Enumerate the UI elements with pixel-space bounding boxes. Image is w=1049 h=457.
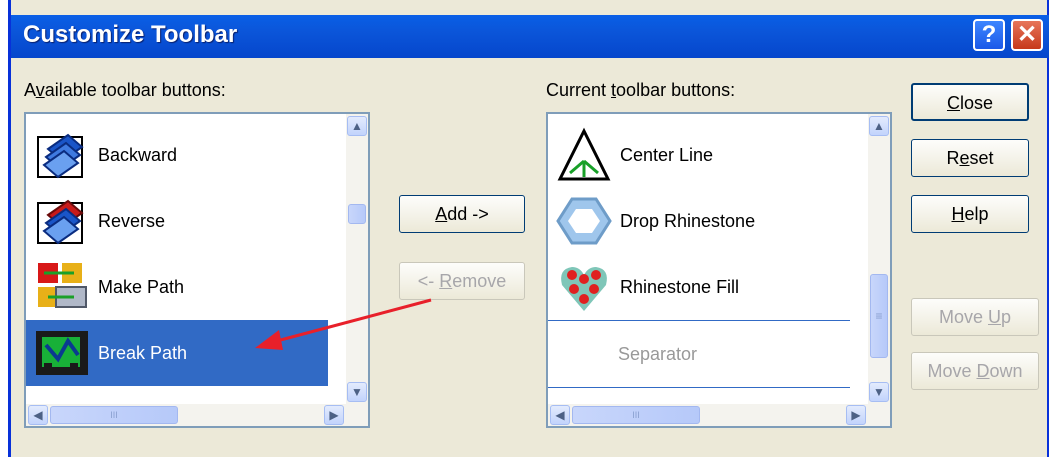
available-buttons-list[interactable]: Backward Reverse Make Path Break Path ▲ … <box>24 112 370 428</box>
add-button[interactable]: Add -> <box>399 195 525 233</box>
available-vertical-scrollbar[interactable]: ▲ ▼ <box>346 114 368 426</box>
available-buttons-label: Available toolbar buttons: <box>24 80 226 100</box>
title-bar[interactable]: Customize Toolbar ? ✕ <box>11 15 1049 58</box>
break-path-icon <box>32 323 92 383</box>
center-line-icon <box>554 125 614 185</box>
current-buttons-list[interactable]: Center Line Drop Rhinestone Rhinestone F… <box>546 112 892 428</box>
reset-button[interactable]: Reset <box>911 139 1029 177</box>
scroll-up-button[interactable]: ▲ <box>347 116 367 136</box>
list-item-label: Backward <box>98 144 178 165</box>
list-item-break-path[interactable]: Break Path <box>26 320 328 386</box>
current-vertical-scrollbar[interactable]: ▲ ≡ ▼ <box>868 114 890 426</box>
list-item-separator[interactable]: Separator <box>548 320 850 388</box>
make-path-icon <box>32 257 92 317</box>
list-item-label: Drop Rhinestone <box>620 210 756 231</box>
scroll-down-button[interactable]: ▼ <box>347 382 367 402</box>
list-item-backward[interactable]: Backward <box>26 122 328 188</box>
list-item-reverse[interactable]: Reverse <box>26 188 328 254</box>
scroll-up-button[interactable]: ▲ <box>869 116 889 136</box>
help-title-button[interactable]: ? <box>973 19 1005 51</box>
backward-icon <box>32 125 92 185</box>
reverse-icon <box>32 191 92 251</box>
scroll-thumb[interactable]: III <box>50 406 178 424</box>
list-item-label: Rhinestone Fill <box>620 276 740 297</box>
dialog-title: Customize Toolbar <box>23 21 238 48</box>
move-down-button[interactable]: Move Down <box>911 352 1039 390</box>
remove-button[interactable]: <- Remove <box>399 262 525 300</box>
scroll-left-button[interactable]: ◀ <box>28 405 48 425</box>
list-item-label: Center Line <box>620 144 714 165</box>
current-horizontal-scrollbar[interactable]: ◀ III ▶ <box>548 404 868 426</box>
drop-rhinestone-icon <box>554 191 614 251</box>
list-item-label: Make Path <box>98 276 185 297</box>
scroll-thumb[interactable]: ≡ <box>870 274 888 358</box>
customize-toolbar-dialog: Customize Toolbar ? ✕ Available toolbar … <box>8 0 1049 457</box>
list-item-label: Break Path <box>98 342 188 363</box>
scroll-right-button[interactable]: ▶ <box>324 405 344 425</box>
scroll-left-button[interactable]: ◀ <box>550 405 570 425</box>
scroll-thumb[interactable] <box>348 204 366 224</box>
current-buttons-label: Current toolbar buttons: <box>546 80 736 100</box>
rhinestone-fill-icon <box>554 257 614 317</box>
move-up-button[interactable]: Move Up <box>911 298 1039 336</box>
close-button[interactable]: Close <box>911 83 1029 121</box>
available-horizontal-scrollbar[interactable]: ◀ III ▶ <box>26 404 346 426</box>
help-button[interactable]: Help <box>911 195 1029 233</box>
list-item-center-line[interactable]: Center Line <box>548 122 850 188</box>
list-item-label: Reverse <box>98 210 166 231</box>
list-item-make-path[interactable]: Make Path <box>26 254 328 320</box>
list-item-label: Separator <box>618 343 698 364</box>
scroll-down-button[interactable]: ▼ <box>869 382 889 402</box>
close-title-button[interactable]: ✕ <box>1011 19 1043 51</box>
list-item-drop-rhinestone[interactable]: Drop Rhinestone <box>548 188 850 254</box>
list-item-rhinestone-fill[interactable]: Rhinestone Fill <box>548 254 850 320</box>
scroll-thumb[interactable]: III <box>572 406 700 424</box>
scroll-right-button[interactable]: ▶ <box>846 405 866 425</box>
